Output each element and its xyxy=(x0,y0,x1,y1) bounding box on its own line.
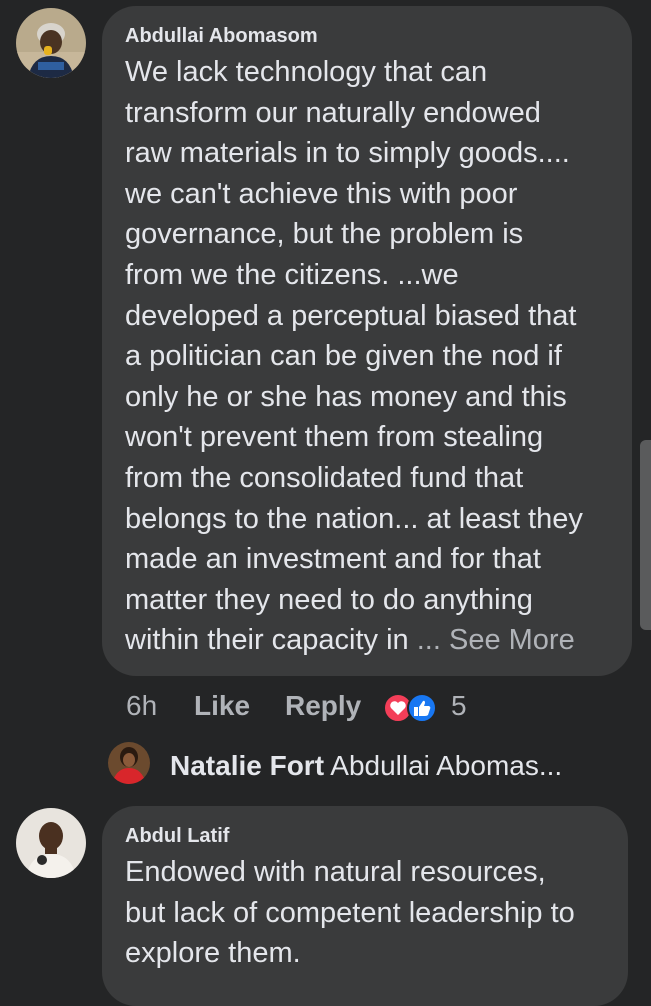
comment-text-last-line: within their capacity in ... See More xyxy=(125,620,583,661)
comment-text-line: Endowed with natural resources, xyxy=(125,856,546,888)
reaction-count[interactable]: 5 xyxy=(451,690,467,722)
comment-text-line: belongs to the nation... at least they xyxy=(125,502,583,535)
comment-text: We lack technology that can transform ou… xyxy=(125,52,583,661)
comment-text-line: transform our naturally endowed xyxy=(125,96,541,129)
see-more-link[interactable]: ... See More xyxy=(417,624,575,656)
comment-text-fragment: within their capacity in xyxy=(125,624,417,657)
comment-text-line: made an investment and for that xyxy=(125,543,541,576)
comment-text-line: a politician can be given the nod if xyxy=(125,340,562,373)
comment-text-line: won't prevent them from stealing xyxy=(125,421,544,454)
reply-author[interactable]: Natalie Fort xyxy=(170,750,324,781)
comment-author[interactable]: Abdul Latif xyxy=(125,825,229,848)
comment-text-line: from we the citizens. ...we xyxy=(125,258,459,291)
reply-text: Abdullai Abomas... xyxy=(330,750,563,781)
avatar[interactable] xyxy=(16,8,86,78)
comment-text-line: but lack of competent leadership to xyxy=(125,896,575,929)
comment-author[interactable]: Abdullai Abomasom xyxy=(125,25,318,48)
like-button[interactable]: Like xyxy=(194,690,250,722)
comment-time[interactable]: 6h xyxy=(126,690,157,722)
comment-text-line: we can't achieve this with poor xyxy=(125,177,518,210)
reply-preview[interactable]: Natalie Fort Abdullai Abomas... xyxy=(170,750,562,782)
comment-text-line: governance, but the problem is xyxy=(125,218,524,251)
comment-text: Endowed with natural resources, but lack… xyxy=(125,852,575,974)
reply-button[interactable]: Reply xyxy=(285,690,361,722)
avatar[interactable] xyxy=(16,808,86,878)
comment-text-line: developed a perceptual biased that xyxy=(125,299,577,332)
comment-text-line: explore them. xyxy=(125,937,301,970)
reactions-summary[interactable] xyxy=(382,692,442,724)
comment-text-line: matter they need to do anything xyxy=(125,583,533,616)
scrollbar[interactable] xyxy=(640,440,651,630)
comment-text-line: raw materials in to simply goods.... xyxy=(125,137,570,170)
comment-text-line: from the consolidated fund that xyxy=(125,461,524,494)
comment-text-line: only he or she has money and this xyxy=(125,380,567,413)
reply-avatar[interactable] xyxy=(108,742,150,784)
comment-text-line: We lack technology that can xyxy=(125,56,488,88)
like-icon xyxy=(407,693,437,723)
